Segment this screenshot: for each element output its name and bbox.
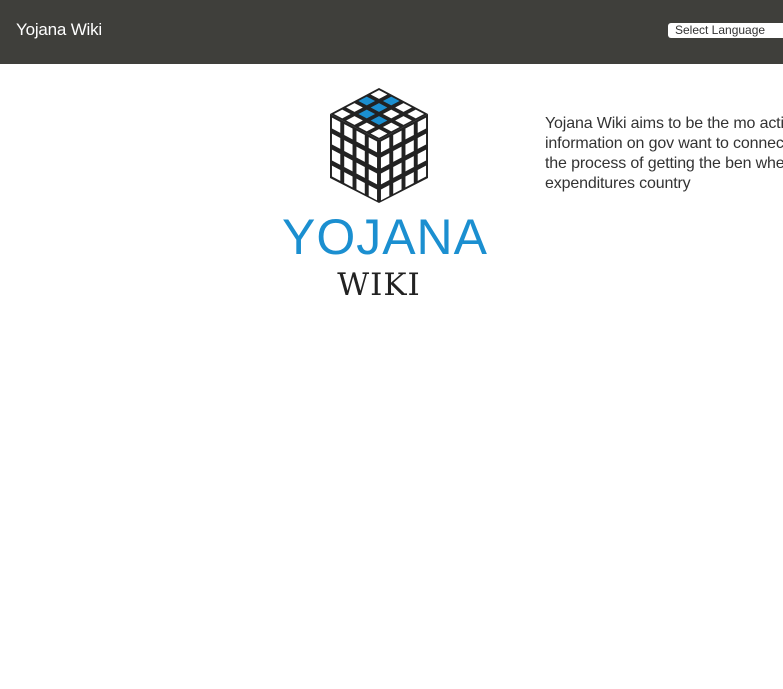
yojana-wiki-logo: YOJANA WIKI bbox=[272, 86, 498, 303]
about-section: Yojana Wiki aims to be the mo actionable… bbox=[545, 114, 783, 239]
logo-wordmark-yojana: YOJANA bbox=[282, 209, 488, 265]
top-navigation-bar: Yojana Wiki Select Language bbox=[0, 0, 783, 64]
logo-wordmark-wiki: WIKI bbox=[337, 267, 421, 302]
site-title[interactable]: Yojana Wiki bbox=[16, 19, 102, 41]
about-description: Yojana Wiki aims to be the mo actionable… bbox=[545, 115, 783, 192]
cube-logo-icon: YOJANA WIKI bbox=[282, 88, 488, 303]
language-select[interactable]: Select Language bbox=[668, 23, 783, 38]
